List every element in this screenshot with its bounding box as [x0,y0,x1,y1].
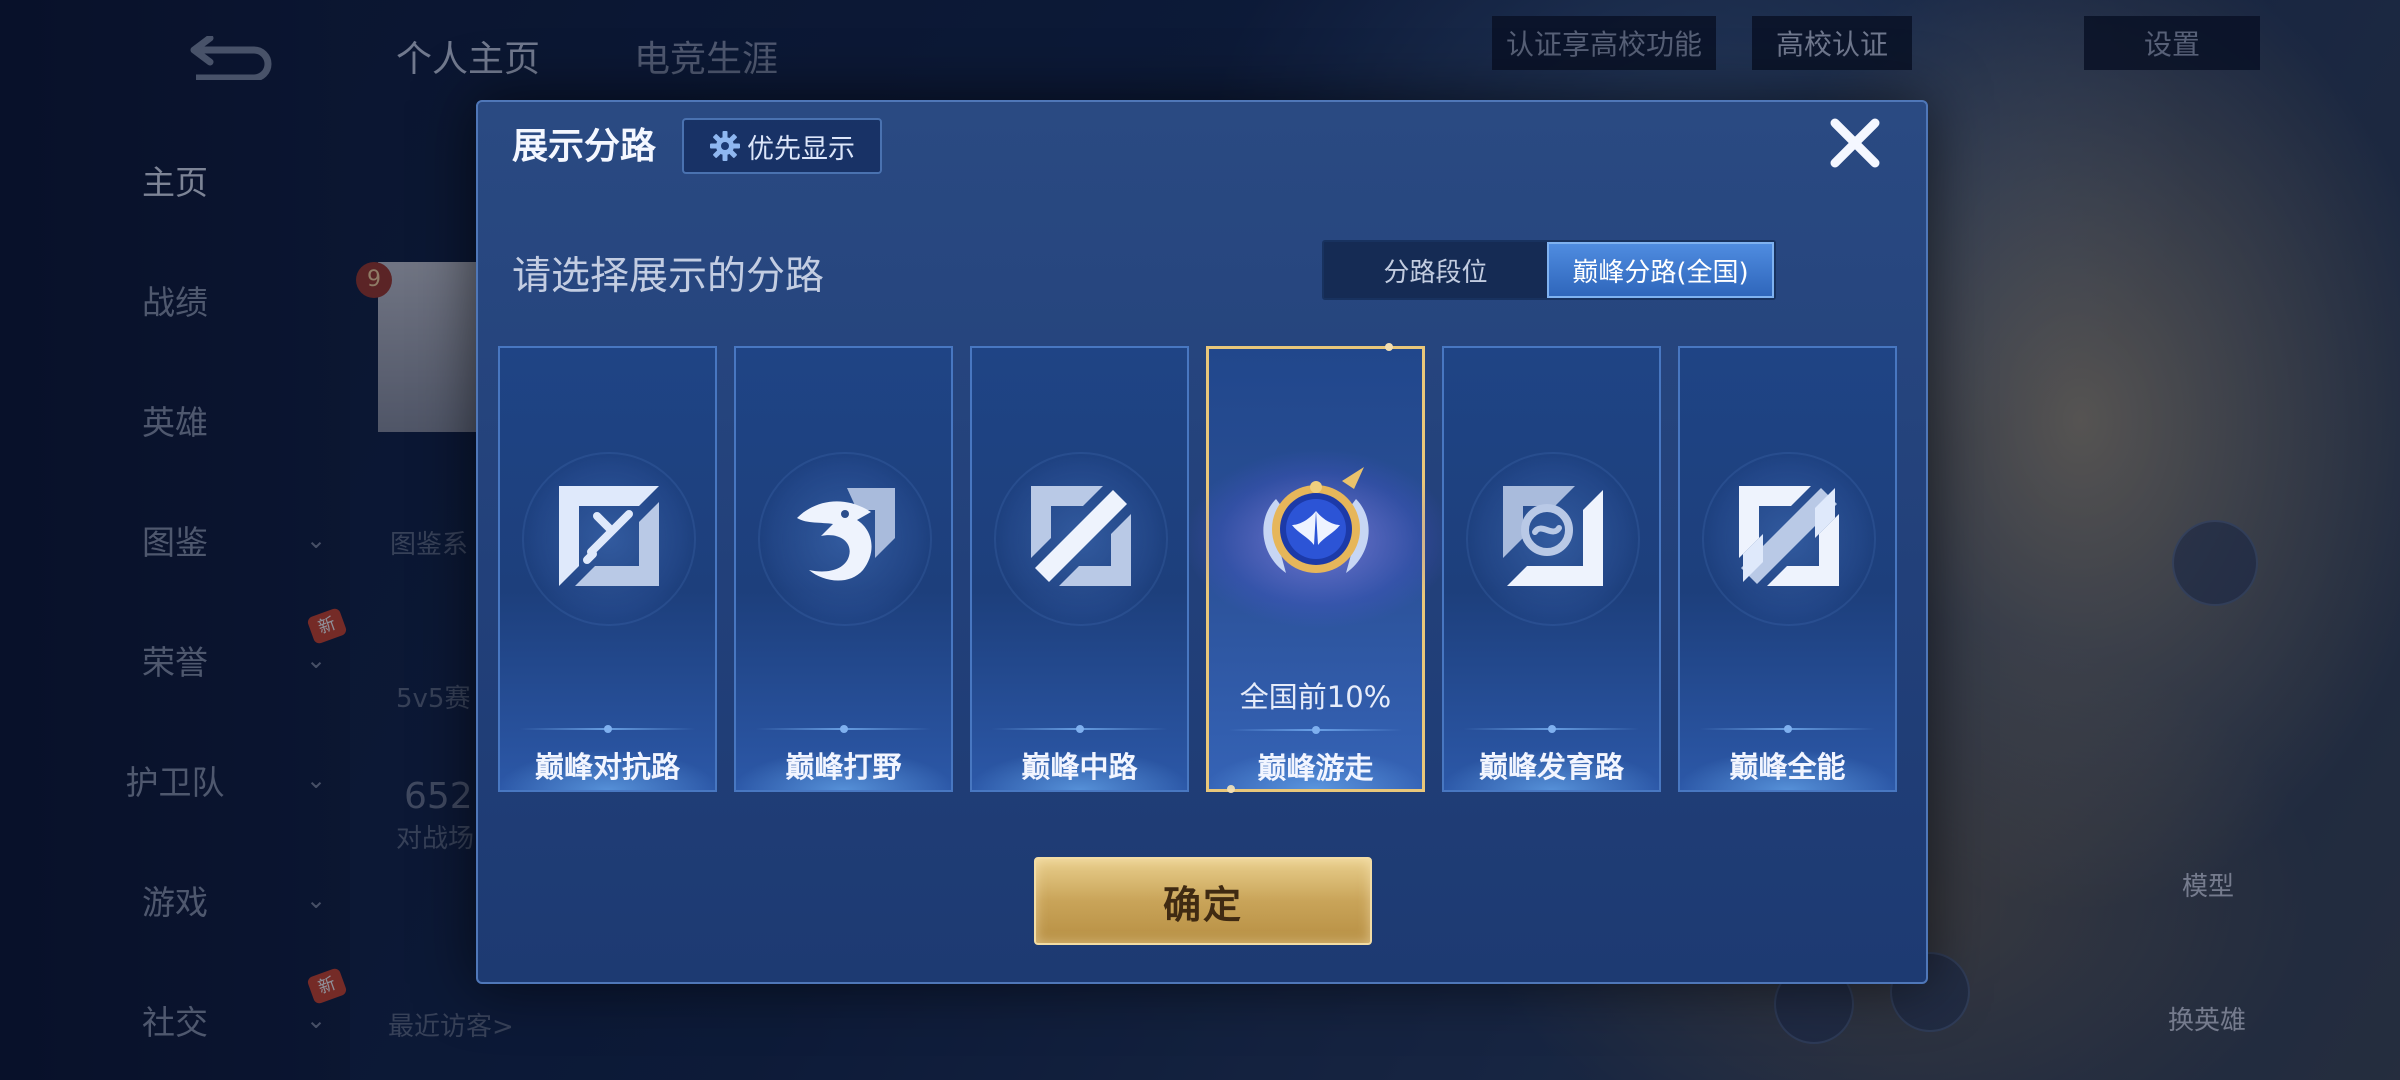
priority-display-button[interactable]: 优先显示 [682,118,882,174]
close-icon [1830,118,1880,168]
lane-card-clash[interactable]: 巅峰对抗路 [498,346,717,792]
farm-lane-icon [1503,486,1603,586]
lane-label: 巅峰打野 [785,750,902,784]
corner-sparkle [1385,343,1393,351]
dialog-subtitle: 请选择展示的分路 [512,254,825,299]
lane-card-roam[interactable]: 全国前10% 巅峰游走 [1139,343,1499,793]
confirm-label: 确定 [1162,882,1243,927]
card-divider [756,725,931,733]
mid-lane-icon [1031,486,1131,586]
rank-percentile: 全国前10% [1239,680,1392,714]
card-divider [1229,726,1402,734]
tab-peak-lane-national[interactable]: 巅峰分路(全国) [1547,242,1774,298]
roam-winged-badge-icon [1263,467,1369,573]
card-divider [1700,725,1875,733]
lane-card-jungle[interactable]: 巅峰打野 [734,346,953,792]
all-round-icon [1739,486,1839,586]
lane-label: 巅峰游走 [1257,751,1374,785]
confirm-button[interactable]: 确定 [1034,857,1372,945]
lane-display-dialog: 展示分路 优先显示 请选择展示的分路 分路段位 巅峰分路(全国) 巅峰对抗路 巅… [476,100,1928,984]
tab-lane-rank[interactable]: 分路段位 [1324,242,1547,298]
lane-type-toggle: 分路段位 巅峰分路(全国) [1322,240,1776,300]
lane-card-farm[interactable]: 巅峰发育路 [1442,346,1661,792]
gear-icon [710,131,740,161]
priority-display-label: 优先显示 [747,133,855,165]
close-button[interactable] [1824,112,1886,174]
lane-card-all-round[interactable]: 巅峰全能 [1678,346,1897,792]
card-divider [1464,725,1639,733]
lane-label: 巅峰全能 [1729,750,1846,784]
lane-label: 巅峰发育路 [1478,750,1624,784]
clash-lane-icon [559,486,659,586]
card-divider [520,725,695,733]
dialog-title: 展示分路 [512,126,657,167]
lane-label: 巅峰对抗路 [534,750,680,784]
lane-label: 巅峰中路 [1021,750,1138,784]
jungle-dragon-icon [797,488,895,581]
card-divider [992,725,1167,733]
